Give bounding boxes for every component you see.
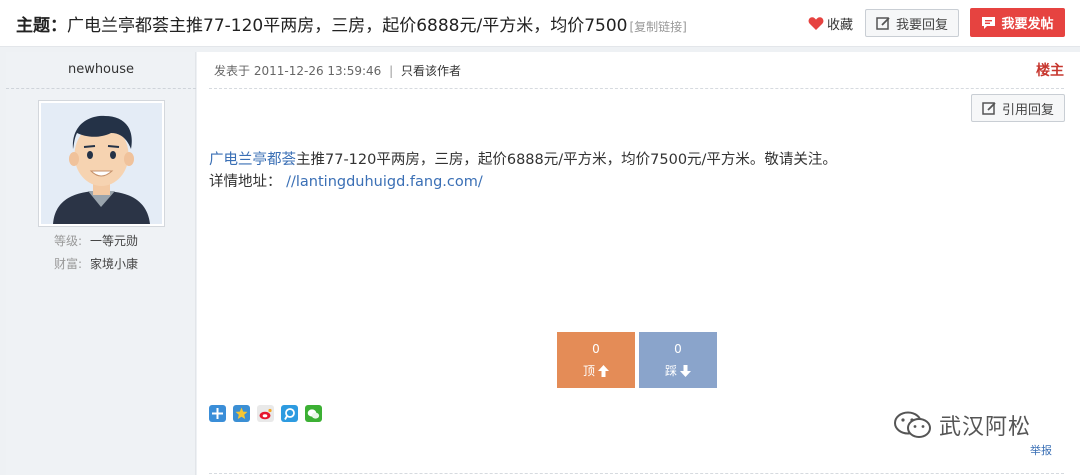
qzone-star-icon[interactable]	[233, 405, 250, 422]
level-key: 等级:	[53, 234, 82, 248]
vote-up-label: 顶	[582, 364, 595, 378]
meta-separator: |	[389, 64, 394, 78]
content-text: 主推77-120平两房，三房，起价6888元/平方米，均价7500元/平方米。敬…	[296, 152, 837, 168]
watermark-text: 武汉阿松	[939, 415, 1032, 440]
quote-reply-label: 引用回复	[1001, 102, 1054, 118]
detail-address-label: 详情地址：	[209, 174, 282, 190]
floor-label: 楼主	[1036, 63, 1064, 79]
divider	[6, 88, 196, 89]
post-content: 广电兰亭都荟主推77-120平两房，三房，起价6888元/平方米，均价7500元…	[209, 149, 837, 193]
favorite-label: 收藏	[827, 18, 854, 33]
author-name[interactable]: newhouse	[6, 62, 196, 77]
reply-label: 我要回复	[895, 17, 948, 33]
vote-down-label: 踩	[664, 364, 677, 378]
watermark: 武汉阿松	[893, 409, 1031, 441]
report-link[interactable]: 举报	[1030, 442, 1052, 458]
weibo-icon[interactable]	[257, 405, 274, 422]
level-value: 一等元勋	[90, 234, 139, 248]
edit-icon	[876, 16, 890, 30]
subject-prefix: 主题：	[16, 16, 67, 36]
wechat-icon[interactable]	[305, 405, 322, 422]
author-level-row: 等级: 一等元勋	[6, 232, 196, 249]
content-line-1: 广电兰亭都荟主推77-120平两房，三房，起价6888元/平方米，均价7500元…	[209, 149, 837, 171]
subject-text: 广电兰亭都荟主推77-120平两房，三房，起价6888元/平方米，均价7500	[67, 16, 628, 36]
vote-up-count: 0	[592, 342, 600, 356]
avatar[interactable]	[38, 100, 165, 227]
wealth-key: 财富:	[53, 257, 82, 271]
content-line-2: 详情地址： //lantingduhuigd.fang.com/	[209, 171, 837, 193]
detail-address-link[interactable]: //lantingduhuigd.fang.com/	[286, 174, 483, 190]
heart-icon	[808, 17, 824, 30]
vote-down-label-row: 踩	[639, 362, 717, 379]
posted-prefix: 发表于	[214, 64, 251, 78]
posted-time: 2011-12-26 13:59:46	[253, 64, 382, 78]
thread-subject: 主题：广电兰亭都荟主推77-120平两房，三房，起价6888元/平方米，均价75…	[16, 11, 687, 36]
vote-down-button[interactable]: 0 踩	[639, 332, 717, 388]
vote-down-count: 0	[674, 342, 682, 356]
wealth-value: 家境小康	[90, 257, 139, 271]
thread-header: 主题：广电兰亭都荟主推77-120平两房，三房，起价6888元/平方米，均价75…	[0, 0, 1080, 47]
copy-link-button[interactable]: [复制链接]	[629, 20, 686, 34]
post-body: 发表于 2011-12-26 13:59:46 | 只看该作者 楼主 引用回复 …	[197, 52, 1080, 475]
project-link[interactable]: 广电兰亭都荟	[209, 152, 296, 168]
divider	[209, 473, 1064, 474]
vote-up-button[interactable]: 0 顶	[557, 332, 635, 388]
favorite-button[interactable]: 收藏	[808, 14, 853, 33]
speech-bubble-icon	[982, 16, 996, 29]
tencent-weibo-icon[interactable]	[281, 405, 298, 422]
wechat-watermark-icon	[894, 411, 931, 438]
divider	[209, 88, 1064, 89]
author-wealth-row: 财富: 家境小康	[6, 255, 196, 272]
quote-reply-button[interactable]: 引用回复	[971, 94, 1065, 122]
add-share-icon[interactable]	[209, 405, 226, 422]
user-avatar-icon	[41, 103, 162, 224]
arrow-down-icon	[680, 364, 691, 377]
author-sidebar: newhouse 等级: 一等元勋 财富: 家境小康	[6, 52, 196, 475]
new-post-button[interactable]: 我要发帖	[970, 8, 1065, 37]
arrow-up-icon	[598, 364, 609, 377]
share-bar	[209, 405, 322, 422]
vote-up-label-row: 顶	[557, 362, 635, 379]
only-author-link[interactable]: 只看该作者	[401, 64, 461, 78]
new-post-label: 我要发帖	[1001, 17, 1054, 32]
reply-button[interactable]: 我要回复	[865, 9, 959, 37]
edit-icon	[982, 101, 996, 115]
post-meta: 发表于 2011-12-26 13:59:46 | 只看该作者	[214, 62, 461, 79]
